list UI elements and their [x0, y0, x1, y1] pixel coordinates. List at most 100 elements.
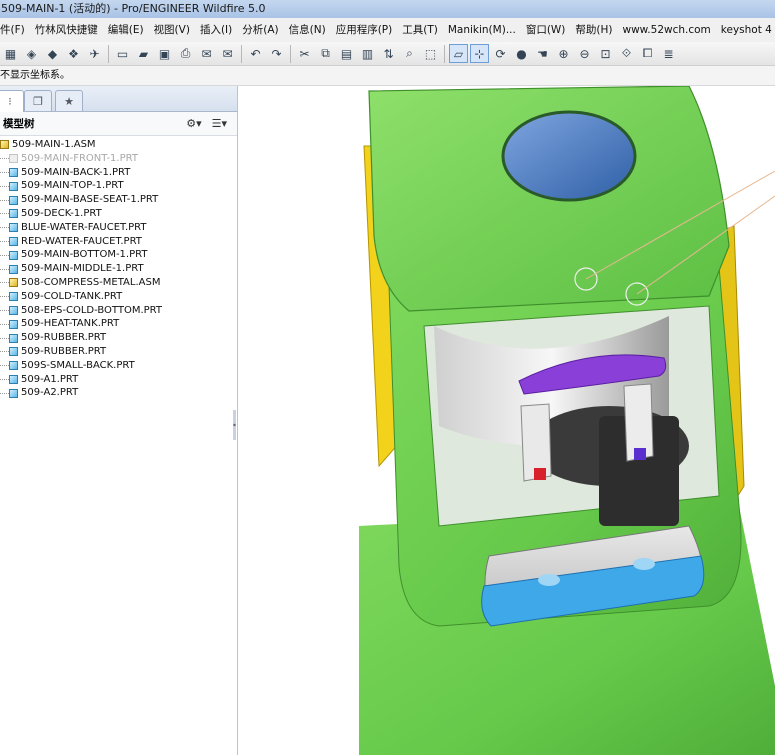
part-icon — [9, 195, 18, 205]
paste-special-icon[interactable]: ▥ — [358, 44, 377, 63]
tree-node-label: 509-DECK-1.PRT — [21, 207, 102, 219]
tree-node-label: BLUE-WATER-FAUCET.PRT — [21, 221, 147, 233]
toolbar: ▦ ◈ ◆ ❖ ✈ ▭ ▰ ▣ ⎙ ✉ ✉ ↶ ↷ ✂ ⧉ ▤ ▥ ⇅ ⌕ ⬚ … — [0, 42, 775, 66]
menu-bar: 件(F) 竹林风快捷键 编辑(E) 视图(V) 插入(I) 分析(A) 信息(N… — [0, 18, 775, 42]
paste-icon[interactable]: ▤ — [337, 44, 356, 63]
regenerate-icon[interactable]: ⇅ — [379, 44, 398, 63]
copy-icon[interactable]: ⧉ — [316, 44, 335, 63]
settings-icon[interactable]: ⚙▾ — [186, 117, 201, 130]
favorites-tab-icon[interactable]: ★ — [55, 90, 83, 111]
display-style-icon[interactable]: ● — [512, 44, 531, 63]
menu-website[interactable]: www.52wch.com — [618, 18, 716, 42]
tree-connector — [0, 254, 9, 256]
tree-connector — [0, 227, 9, 229]
layers-icon[interactable]: ≣ — [659, 44, 678, 63]
tree-node[interactable]: BLUE-WATER-FAUCET.PRT — [0, 221, 237, 235]
tree-connector — [0, 378, 9, 380]
tree-node[interactable]: 509-MAIN-BOTTOM-1.PRT — [0, 248, 237, 262]
menu-manikin[interactable]: Manikin(M)... — [443, 18, 521, 42]
folder-browser-tab-icon[interactable]: ❐ — [24, 90, 52, 111]
mapkey-icon[interactable]: ❖ — [64, 44, 83, 63]
show-icon[interactable]: ☰▾ — [212, 117, 227, 130]
tree-node[interactable]: 509-MAIN-BASE-SEAT-1.PRT — [0, 193, 237, 207]
tree-node[interactable]: 509-A2.PRT — [0, 386, 237, 400]
tree-node-label: 509-MAIN-MIDDLE-1.PRT — [21, 263, 144, 275]
menu-help[interactable]: 帮助(H) — [570, 18, 617, 42]
tree-node[interactable]: 508-COMPRESS-METAL.ASM — [0, 276, 237, 290]
tree-node[interactable]: 509-RUBBER.PRT — [0, 331, 237, 345]
part-icon — [9, 250, 18, 260]
browser-icon[interactable]: ◈ — [22, 44, 41, 63]
tree-node[interactable]: 509-DECK-1.PRT — [0, 207, 237, 221]
tree-connector — [0, 240, 9, 242]
menu-shortcut[interactable]: 竹林风快捷键 — [30, 18, 103, 42]
tree-node[interactable]: 508-EPS-COLD-BOTTOM.PRT — [0, 304, 237, 318]
save-icon[interactable]: ▣ — [155, 44, 174, 63]
view-manager-icon[interactable]: ⟐ — [617, 44, 636, 63]
window-title: 509-MAIN-1 (活动的) - Pro/ENGINEER Wildfire… — [0, 0, 775, 18]
menu-keyshot[interactable]: keyshot 4 — [716, 18, 775, 42]
new-icon[interactable]: ▭ — [113, 44, 132, 63]
tree-node-label: 508-COMPRESS-METAL.ASM — [21, 276, 161, 288]
email-icon[interactable]: ✉ — [197, 44, 216, 63]
menu-edit[interactable]: 编辑(E) — [103, 18, 149, 42]
menu-applications[interactable]: 应用程序(P) — [331, 18, 398, 42]
graphics-window[interactable] — [239, 86, 775, 755]
pan-icon[interactable]: ☚ — [533, 44, 552, 63]
repaint-icon[interactable]: ▱ — [449, 44, 468, 63]
message-area: 不显示坐标系。 — [0, 66, 775, 86]
model-tree-tab-icon[interactable]: ⁝ — [0, 90, 24, 112]
water-dispenser-model[interactable] — [239, 86, 775, 755]
redo-icon[interactable]: ↷ — [267, 44, 286, 63]
tree-node[interactable]: RED-WATER-FAUCET.PRT — [0, 235, 237, 249]
tree-connector — [0, 282, 9, 284]
email-attach-icon[interactable]: ✉ — [218, 44, 237, 63]
tree-node[interactable]: 509-MAIN-1.ASM — [0, 138, 237, 152]
menu-window[interactable]: 窗口(W) — [521, 18, 571, 42]
menu-info[interactable]: 信息(N) — [284, 18, 331, 42]
toolbar-separator — [444, 44, 445, 63]
tree-node-label: RED-WATER-FAUCET.PRT — [21, 235, 142, 247]
tree-node[interactable]: 509-A1.PRT — [0, 373, 237, 387]
part-icon — [9, 264, 18, 274]
navigator-tabs: ⁝ ❐ ★ — [0, 86, 237, 112]
menu-analysis[interactable]: 分析(A) — [237, 18, 283, 42]
menu-file[interactable]: 件(F) — [0, 18, 30, 42]
refit-icon[interactable]: ⊡ — [596, 44, 615, 63]
tree-node[interactable]: 509-MAIN-MIDDLE-1.PRT — [0, 262, 237, 276]
part-icon — [9, 292, 18, 302]
saved-views-icon[interactable]: ⧠ — [638, 44, 657, 63]
orient-icon[interactable]: ⟳ — [491, 44, 510, 63]
tree-node[interactable]: 509-MAIN-FRONT-1.PRT — [0, 152, 237, 166]
find-icon[interactable]: ⌕ — [400, 44, 419, 63]
menu-tools[interactable]: 工具(T) — [397, 18, 443, 42]
tree-node[interactable]: 509-RUBBER.PRT — [0, 345, 237, 359]
select-box-icon[interactable]: ⬚ — [421, 44, 440, 63]
part-icon — [9, 209, 18, 219]
part-icon — [9, 361, 18, 371]
panel-splitter[interactable] — [232, 410, 237, 440]
tree-node[interactable]: 509-MAIN-BACK-1.PRT — [0, 166, 237, 180]
cut-icon[interactable]: ✂ — [295, 44, 314, 63]
tree-connector — [0, 199, 9, 201]
bird-icon[interactable]: ✈ — [85, 44, 104, 63]
tree-node[interactable]: 509-HEAT-TANK.PRT — [0, 317, 237, 331]
tree-node-label: 509-RUBBER.PRT — [21, 345, 107, 357]
tree-connector — [0, 309, 9, 311]
zoom-out-icon[interactable]: ⊖ — [575, 44, 594, 63]
red-button — [534, 468, 546, 480]
menu-insert[interactable]: 插入(I) — [195, 18, 237, 42]
menu-view[interactable]: 视图(V) — [149, 18, 195, 42]
open-icon[interactable]: ▰ — [134, 44, 153, 63]
zoom-in-icon[interactable]: ⊕ — [554, 44, 573, 63]
model-icon[interactable]: ◆ — [43, 44, 62, 63]
tree-node[interactable]: 509-MAIN-TOP-1.PRT — [0, 179, 237, 193]
model-tree: 509-MAIN-1.ASM 509-MAIN-FRONT-1.PRT 509-MA… — [0, 136, 237, 400]
tree-node-label: 508-EPS-COLD-BOTTOM.PRT — [21, 304, 163, 316]
spin-center-icon[interactable]: ⊹ — [470, 44, 489, 63]
print-icon[interactable]: ⎙ — [176, 44, 195, 63]
undo-icon[interactable]: ↶ — [246, 44, 265, 63]
network-icon[interactable]: ▦ — [1, 44, 20, 63]
tree-node[interactable]: 509S-SMALL-BACK.PRT — [0, 359, 237, 373]
tree-node[interactable]: 509-COLD-TANK.PRT — [0, 290, 237, 304]
